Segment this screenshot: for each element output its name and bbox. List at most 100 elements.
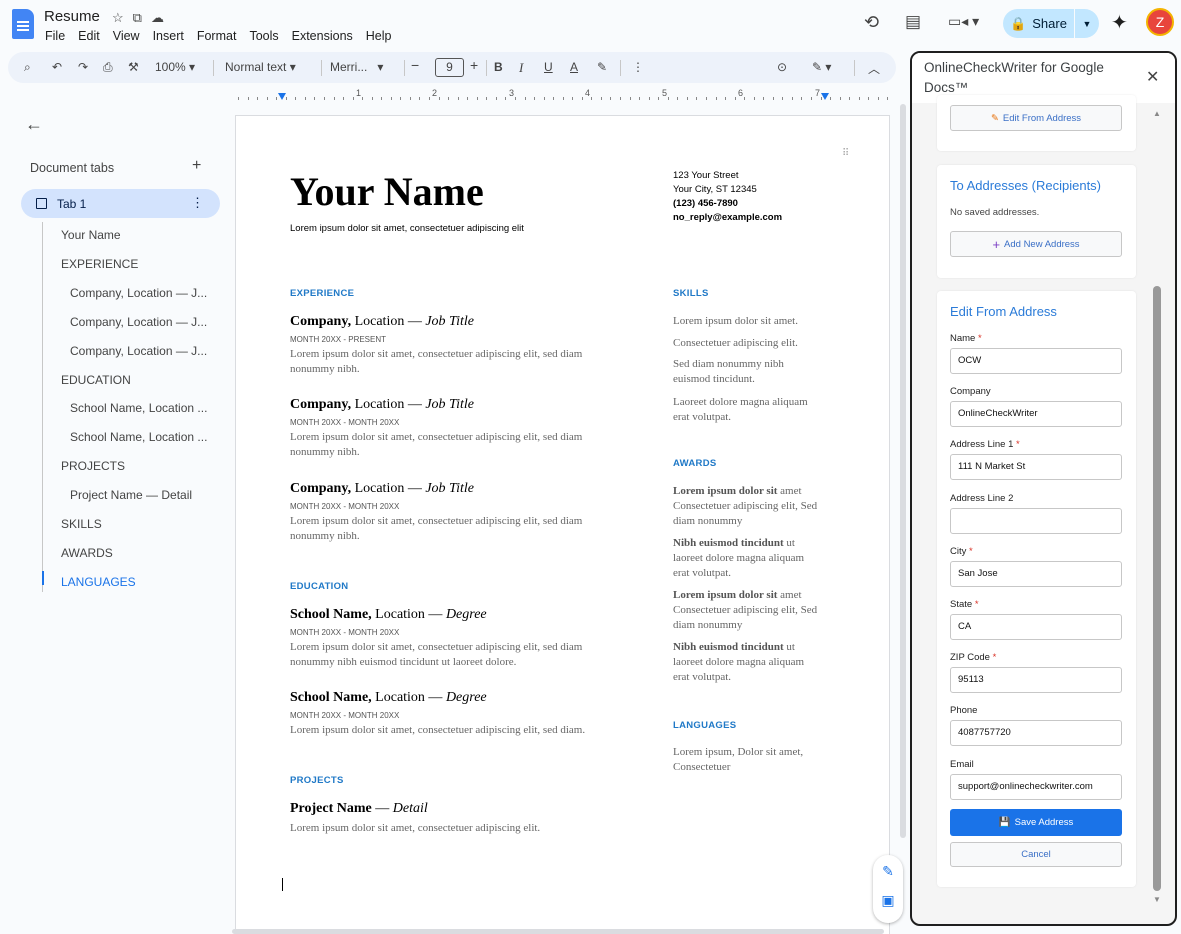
redo-icon[interactable]: ↷ xyxy=(78,60,88,74)
tab-1[interactable]: Tab 1 ⋮ xyxy=(21,189,220,218)
page-drag-handle-icon[interactable]: ⠿ xyxy=(842,148,849,159)
zoom-select[interactable]: 100% ▾ xyxy=(155,60,195,74)
undo-icon[interactable]: ↶ xyxy=(52,60,62,74)
add-new-address-button[interactable]: + Add New Address xyxy=(950,231,1122,257)
gemini-assist-icon[interactable]: ⊙ xyxy=(777,60,787,74)
star-icon[interactable]: ☆ xyxy=(112,10,124,26)
resume-name: Your Name xyxy=(290,169,484,214)
address-input[interactable]: OnlineCheckWriter xyxy=(950,401,1122,428)
more-options-icon[interactable]: ⋮ xyxy=(632,60,644,74)
address-input[interactable]: San Jose xyxy=(950,560,1122,587)
horizontal-scrollbar[interactable] xyxy=(232,929,884,934)
sidebar-scroll-up-icon[interactable]: ▲ xyxy=(1153,109,1161,118)
meet-icon[interactable]: ▭◂ ▾ xyxy=(948,13,979,30)
address-input[interactable]: CA xyxy=(950,614,1122,640)
required-marker: * xyxy=(974,599,979,610)
field-label-text: Company xyxy=(950,386,991,398)
paint-format-icon[interactable]: ⚒ xyxy=(128,60,139,74)
address-input[interactable]: 4087757720 xyxy=(950,720,1122,747)
outline-item[interactable]: PROJECTS xyxy=(61,459,125,473)
job-title: Job Title xyxy=(425,314,474,329)
editing-mode-icon[interactable]: ✎ ▾ xyxy=(812,60,831,74)
add-tab-icon[interactable]: + xyxy=(192,157,201,175)
outline-item[interactable]: Your Name xyxy=(61,228,121,242)
outline-item[interactable]: Company, Location — J... xyxy=(70,315,207,329)
increase-font-icon[interactable]: + xyxy=(470,57,478,73)
document-scrollbar[interactable] xyxy=(900,104,906,838)
job-location: Location — xyxy=(351,397,426,412)
menu-item[interactable]: File xyxy=(45,29,65,43)
document-title[interactable]: Resume xyxy=(44,8,100,25)
contact-block: 123 Your Street Your City, ST 12345 (123… xyxy=(673,169,782,225)
school-title-line: School Name, Location — Degree xyxy=(290,607,487,623)
languages-text: Lorem ipsum, Dolor sit amet, Consectetue… xyxy=(673,746,804,773)
share-dropdown-icon[interactable]: ▼ xyxy=(1075,19,1099,29)
style-select[interactable]: Normal text ▾ xyxy=(225,60,296,74)
move-folder-icon[interactable]: ⧉ xyxy=(133,10,142,26)
highlight-icon[interactable]: ✎ xyxy=(597,60,607,74)
comments-icon[interactable]: ▤ xyxy=(905,12,921,32)
ruler[interactable]: 1 2 3 4 5 6 7 xyxy=(233,88,893,102)
address-input[interactable]: OCW xyxy=(950,348,1122,374)
indent-marker-right[interactable] xyxy=(821,93,829,100)
underline-icon[interactable]: U xyxy=(544,60,553,74)
font-size-input[interactable]: 9 xyxy=(435,58,464,77)
collapse-toolbar-icon[interactable]: ︿ xyxy=(868,60,880,77)
outline-item[interactable]: EDUCATION xyxy=(61,373,131,387)
font-select[interactable]: Merri... ▾ xyxy=(330,60,383,74)
back-arrow-icon[interactable]: ← xyxy=(25,114,43,135)
text-color-icon[interactable]: A xyxy=(570,60,578,74)
address-input[interactable]: support@onlinecheckwriter.com xyxy=(950,773,1122,800)
gemini-icon[interactable]: ✦ xyxy=(1111,10,1128,35)
cancel-button[interactable]: Cancel xyxy=(950,842,1122,867)
to-addresses-title: To Addresses (Recipients) xyxy=(950,178,1102,193)
help-me-write-icon[interactable]: ✎ xyxy=(873,863,903,880)
sidebar-scrollbar[interactable] xyxy=(1153,286,1161,891)
tab-menu-icon[interactable]: ⋮ xyxy=(191,195,204,211)
address-input[interactable] xyxy=(950,507,1122,534)
docs-logo-icon[interactable] xyxy=(12,9,34,39)
save-address-button[interactable]: 💾 Save Address xyxy=(950,809,1122,836)
award-bold: Lorem ipsum dolor sit xyxy=(673,589,778,601)
close-icon[interactable]: ✕ xyxy=(1146,67,1159,87)
outline-item[interactable]: School Name, Location ... xyxy=(70,430,207,444)
version-history-icon[interactable]: ⟲ xyxy=(864,12,879,33)
outline-item[interactable]: SKILLS xyxy=(61,517,102,531)
avatar[interactable]: Z xyxy=(1146,8,1174,36)
edit-from-address-button[interactable]: ✎ Edit From Address xyxy=(950,105,1122,131)
decrease-font-icon[interactable]: − xyxy=(411,57,419,73)
cloud-status-icon[interactable]: ☁ xyxy=(151,10,164,26)
formatting-toolbar: ⌕ ↶ ↷ ⎙ ⚒ 100% ▾ Normal text ▾ Merri... … xyxy=(8,52,896,83)
outline-item[interactable]: Company, Location — J... xyxy=(70,286,207,300)
outline-item[interactable]: Company, Location — J... xyxy=(70,344,207,358)
suggest-icon[interactable]: ▣ xyxy=(873,892,903,909)
address-input[interactable]: 95113 xyxy=(950,667,1122,694)
italic-icon[interactable]: I xyxy=(519,60,523,76)
menu-item[interactable]: Edit xyxy=(78,29,100,43)
menu-item[interactable]: Extensions xyxy=(292,29,353,43)
document-page[interactable]: ⠿ Your Name Lorem ipsum dolor sit amet, … xyxy=(235,115,890,934)
menu-item[interactable]: Insert xyxy=(153,29,184,43)
outline-item[interactable]: AWARDS xyxy=(61,546,113,560)
field-label: City * xyxy=(950,546,973,557)
search-icon[interactable]: ⌕ xyxy=(24,60,31,75)
outline-item[interactable]: Project Name — Detail xyxy=(70,488,192,502)
required-marker: * xyxy=(969,545,973,557)
menu-item[interactable]: View xyxy=(113,29,140,43)
sidebar-scroll-down-icon[interactable]: ▼ xyxy=(1153,895,1161,904)
lock-icon: 🔒 xyxy=(1010,15,1027,31)
contact-phone: (123) 456-7890 xyxy=(673,198,738,209)
field-label: Email xyxy=(950,759,974,770)
menu-item[interactable]: Tools xyxy=(249,29,278,43)
share-button[interactable]: 🔒 Share ▼ xyxy=(1003,9,1099,38)
outline-item[interactable]: LANGUAGES xyxy=(61,575,136,589)
outline-item[interactable]: School Name, Location ... xyxy=(70,401,207,415)
degree: Degree xyxy=(445,690,487,705)
outline-item[interactable]: EXPERIENCE xyxy=(61,257,138,271)
print-icon[interactable]: ⎙ xyxy=(103,60,113,75)
award-item: Lorem ipsum dolor sit amet Consectetuer … xyxy=(673,588,823,633)
menu-item[interactable]: Help xyxy=(366,29,392,43)
bold-icon[interactable]: B xyxy=(494,60,503,74)
address-input[interactable]: 111 N Market St xyxy=(950,454,1122,481)
menu-item[interactable]: Format xyxy=(197,29,237,43)
